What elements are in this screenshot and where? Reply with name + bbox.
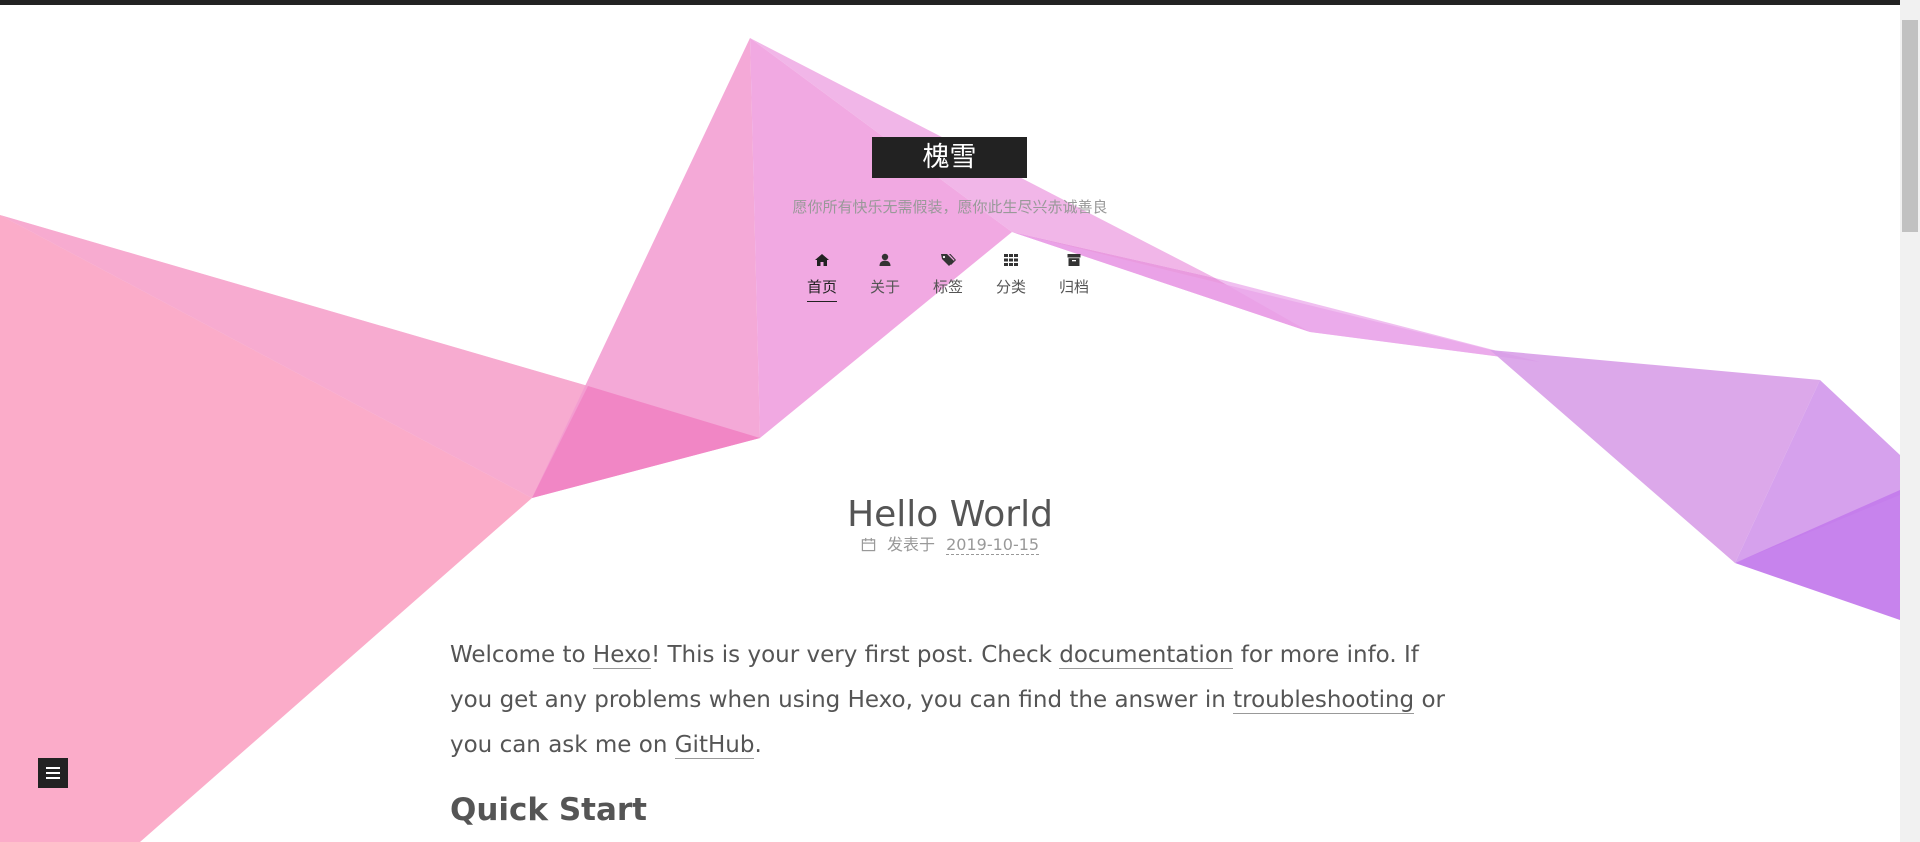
text-fragment: ! This is your very first post. Check xyxy=(650,642,1060,668)
post-title[interactable]: Hello World xyxy=(650,494,1250,535)
post-date[interactable]: 2019-10-15 xyxy=(946,535,1040,555)
post-meta-prefix: 发表于 xyxy=(887,535,936,554)
menu-icon xyxy=(46,767,60,779)
link-troubleshooting[interactable]: troubleshooting xyxy=(1233,687,1415,714)
sidebar-toggle-button[interactable] xyxy=(38,758,68,788)
menu-label-home: 首页 xyxy=(806,276,837,302)
th-grid-icon xyxy=(1004,254,1018,266)
calendar-icon xyxy=(861,537,876,552)
post-paragraph: Welcome to Hexo! This is your very first… xyxy=(450,633,1450,768)
top-progress-bar xyxy=(0,0,1920,5)
user-icon xyxy=(879,253,891,266)
menu-item-home[interactable]: 首页 xyxy=(790,252,854,302)
site-subtitle: 愿你所有快乐无需假装，愿你此生尽兴赤诚善良 xyxy=(792,198,1108,216)
menu-label-archives: 归档 xyxy=(1058,278,1089,296)
menu-item-archives[interactable]: 归档 xyxy=(1042,252,1106,297)
menu-item-categories[interactable]: 分类 xyxy=(979,252,1043,297)
text-fragment: Welcome to xyxy=(450,642,593,668)
text-fragment: . xyxy=(754,732,762,758)
link-github[interactable]: GitHub xyxy=(674,732,755,759)
link-hexo[interactable]: Hexo xyxy=(592,642,651,669)
page: 槐雪 愿你所有快乐无需假装，愿你此生尽兴赤诚善良 首页 关于 标签 分类 归档 … xyxy=(0,0,1920,842)
menu-label-categories: 分类 xyxy=(995,278,1026,296)
link-documentation[interactable]: documentation xyxy=(1059,642,1234,669)
tags-icon xyxy=(941,254,956,266)
menu-item-about[interactable]: 关于 xyxy=(853,252,917,297)
site-brand[interactable]: 槐雪 xyxy=(872,137,1027,178)
archive-icon xyxy=(1067,254,1081,266)
main-menu: 首页 关于 标签 分类 归档 xyxy=(790,252,1110,322)
menu-item-tags[interactable]: 标签 xyxy=(916,252,980,297)
scrollbar-thumb[interactable] xyxy=(1902,20,1918,232)
post-body: Welcome to Hexo! This is your very first… xyxy=(450,633,1450,833)
menu-label-about: 关于 xyxy=(869,278,900,296)
home-icon xyxy=(815,254,829,266)
section-heading-quick-start: Quick Start xyxy=(450,792,648,828)
menu-label-tags: 标签 xyxy=(932,278,963,296)
post-meta: 发表于 2019-10-15 xyxy=(700,531,1200,555)
